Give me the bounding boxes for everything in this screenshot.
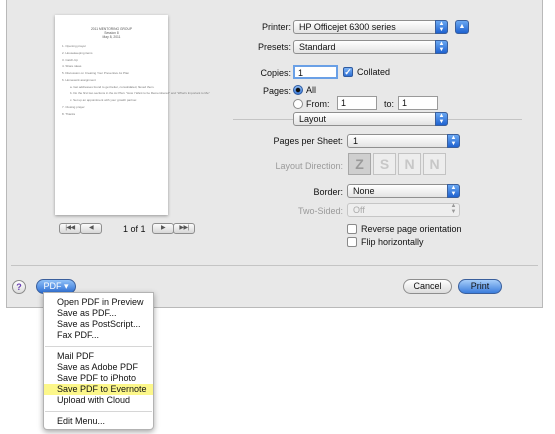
pages-per-sheet-label: Pages per Sheet: — [273, 136, 343, 146]
menu-separator — [45, 411, 152, 412]
preview-agenda-item: 5. Discussion on Creating Your Preventiv… — [62, 71, 130, 76]
printer-label: Printer: — [261, 22, 291, 32]
flip-horizontally-checkbox[interactable] — [347, 237, 357, 247]
preview-agenda-list: 1. Opening prayer 2. Housekeeping items 3.… — [62, 44, 210, 120]
two-sided-value: Off — [353, 205, 365, 215]
popup-arrows-icon: ▲ ▼ — [435, 40, 448, 54]
presets-value: Standard — [299, 42, 336, 52]
border-label: Border: — [313, 187, 343, 197]
pages-range-radio[interactable] — [293, 99, 303, 109]
popup-arrows-icon: ▲ ▼ — [435, 112, 448, 126]
preview-title-line: May 8, 2011 — [102, 35, 121, 39]
last-page-button[interactable]: ▶▶| — [173, 223, 195, 234]
help-button[interactable]: ? — [12, 280, 26, 294]
preview-agenda-item: 3. Catch-Up — [62, 57, 79, 62]
pages-per-sheet-value: 1 — [353, 136, 359, 146]
preview-agenda-item: 6. Homework assignment — [62, 77, 96, 82]
page-count: 1 of 1 — [123, 224, 146, 234]
border-value: None — [353, 186, 375, 196]
copies-label: Copies: — [260, 68, 291, 78]
layout-direction-n-button[interactable]: N — [398, 153, 421, 175]
preview-agenda-item: b. Do the first two sections in the Ax P… — [70, 91, 210, 96]
preview-agenda-item: c. Set up an appointment with your growt… — [70, 98, 138, 103]
two-sided-label: Two-Sided: — [297, 206, 343, 216]
menu-item-edit-menu[interactable]: Edit Menu... — [44, 416, 153, 427]
menu-item-mail-pdf[interactable]: Mail PDF — [44, 351, 153, 362]
border-select[interactable]: None ▲ ▼ — [347, 184, 460, 198]
menu-item-open-in-preview[interactable]: Open PDF in Preview — [44, 297, 153, 308]
menu-separator — [45, 346, 152, 347]
popup-arrows-icon: ▲ ▼ — [435, 20, 448, 34]
expand-collapse-button[interactable]: ▲ — [455, 20, 469, 34]
pages-all-label: All — [306, 85, 317, 95]
menu-item-upload-with-cloud[interactable]: Upload with Cloud — [44, 395, 153, 406]
flip-horizontally-label: Flip horizontally — [361, 237, 424, 247]
print-button[interactable]: Print — [458, 279, 502, 294]
pages-all-radio[interactable] — [293, 85, 303, 95]
preview-agenda-item: 2. Housekeeping items — [62, 50, 93, 55]
popup-arrows-icon: ▲ ▼ — [450, 203, 457, 215]
bottom-divider — [11, 265, 538, 266]
pdf-menu: Open PDF in Preview Save as PDF... Save … — [43, 292, 154, 430]
pages-per-sheet-select[interactable]: 1 ▲ ▼ — [347, 134, 460, 148]
pages-label: Pages: — [262, 86, 291, 96]
preview-agenda-item: 8. Thanks — [62, 111, 76, 116]
layout-direction-s-button[interactable]: S — [373, 153, 396, 175]
menu-item-fax-pdf[interactable]: Fax PDF... — [44, 330, 153, 341]
collated-checkbox[interactable]: ✓ — [343, 67, 353, 77]
print-dialog: 2011 MENTORING GROUP Session 8 May 8, 20… — [6, 0, 543, 308]
printer-value: HP Officejet 6300 series — [299, 22, 396, 32]
previous-page-button[interactable]: ◀ — [80, 223, 102, 234]
pages-from-field[interactable]: 1 — [337, 96, 377, 110]
preview-agenda-item: 4. Share ideas — [62, 64, 82, 69]
reverse-orientation-label: Reverse page orientation — [361, 224, 462, 234]
presets-label: Presets: — [257, 42, 291, 52]
layout-direction-label: Layout Direction: — [275, 161, 343, 171]
preview-agenda-item: 7. Closing prayer — [62, 105, 85, 110]
layout-direction-z-button[interactable]: Z — [348, 153, 371, 175]
first-page-button[interactable]: |◀◀ — [59, 223, 81, 234]
preview-agenda-item: a. Get addresses found to get better, co… — [70, 84, 155, 89]
section-value: Layout — [299, 114, 327, 124]
preview-agenda-item: 1. Opening prayer — [62, 44, 87, 48]
collated-label: Collated — [357, 67, 391, 77]
menu-item-save-to-iphoto[interactable]: Save PDF to iPhoto — [44, 373, 153, 384]
layout-direction-n-reverse-button[interactable]: N — [423, 153, 446, 175]
popup-arrows-icon: ▲ ▼ — [447, 184, 460, 198]
menu-item-save-to-evernote[interactable]: Save PDF to Evernote — [44, 384, 153, 395]
next-page-button[interactable]: ▶ — [152, 223, 174, 234]
popup-arrows-icon: ▲ ▼ — [447, 134, 460, 148]
pages-from-label: From: — [306, 99, 330, 109]
menu-item-save-as-adobe-pdf[interactable]: Save as Adobe PDF — [44, 362, 153, 373]
menu-item-save-as-pdf[interactable]: Save as PDF... — [44, 308, 153, 319]
copies-field[interactable]: 1 — [293, 65, 338, 79]
presets-select[interactable]: Standard ▲ ▼ — [293, 40, 448, 54]
two-sided-select[interactable]: Off ▲ ▼ — [347, 203, 460, 217]
menu-item-save-as-postscript[interactable]: Save as PostScript... — [44, 319, 153, 330]
reverse-orientation-checkbox[interactable] — [347, 224, 357, 234]
pages-to-field[interactable]: 1 — [398, 96, 438, 110]
section-select[interactable]: Layout ▲ ▼ — [293, 112, 448, 126]
cancel-button[interactable]: Cancel — [403, 279, 452, 294]
page-preview: 2011 MENTORING GROUP Session 8 May 8, 20… — [55, 15, 210, 215]
pages-to-label: to: — [384, 99, 395, 109]
printer-select[interactable]: HP Officejet 6300 series ▲ ▼ — [293, 20, 448, 34]
